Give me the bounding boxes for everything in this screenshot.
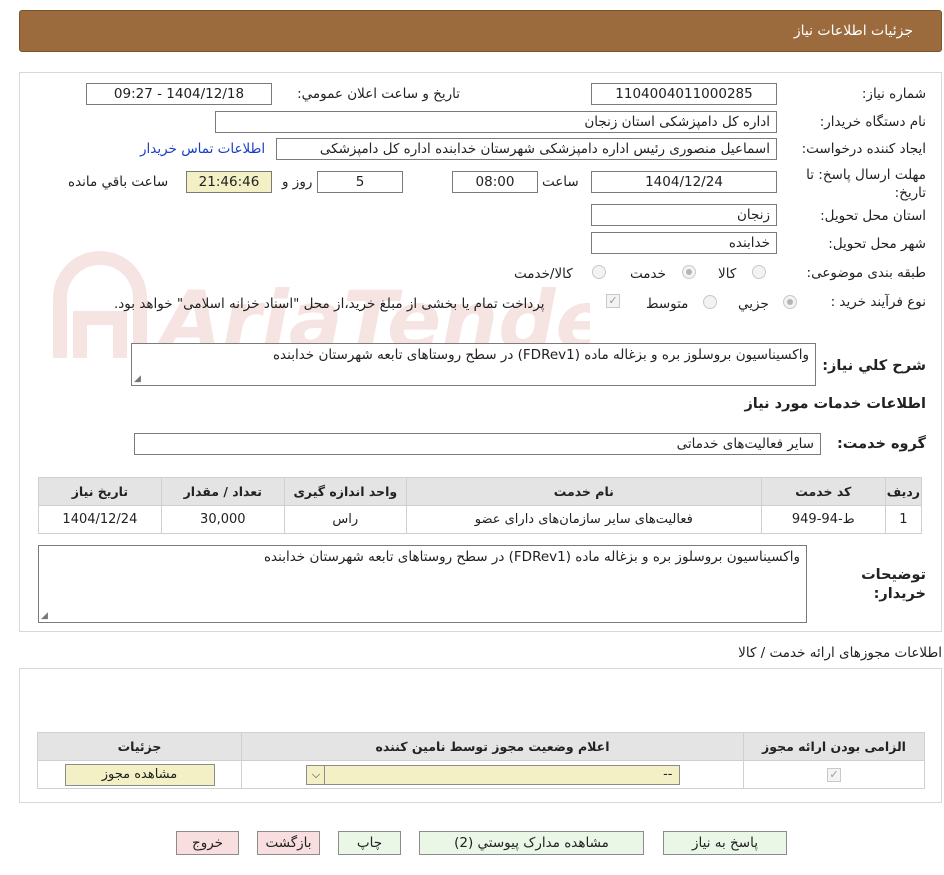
col-row-number: ردیف [884, 477, 923, 506]
cell-permit-status: -- ⌵ [241, 760, 744, 789]
permits-heading: اطلاعات مجوزهای ارائه خدمت / کالا [738, 645, 942, 661]
col-unit: واحد اندازه گیری [283, 477, 407, 506]
deadline-days-label: روز و [282, 174, 313, 190]
process-option-medium: متوسط [646, 296, 689, 312]
buyer-contact-link[interactable]: اطلاعات تماس خریدار [140, 141, 265, 157]
summary-text: واکسیناسیون بروسلوز بره و بزغاله ماده (F… [272, 347, 809, 363]
category-option-both: کالا/خدمت [514, 266, 573, 282]
summary-label: شرح کلي نیاز: [822, 358, 926, 374]
requester-field: اسماعیل منصوری رئیس اداره دامپزشکی شهرست… [276, 138, 777, 160]
payment-note: پرداخت تمام یا بخشی از مبلغ خرید،از محل … [114, 296, 545, 312]
cell-need-date: 1404/12/24 [38, 505, 162, 534]
permits-table-header: الزامی بودن ارائه مجوز اعلام وضعیت مجوز … [37, 732, 925, 761]
services-heading: اطلاعات خدمات مورد نیاز [744, 396, 926, 412]
deadline-days-field: 5 [317, 171, 403, 193]
resize-grip-icon[interactable]: ◢ [134, 374, 141, 384]
announce-date-label: تاریخ و ساعت اعلان عمومي: [297, 86, 460, 102]
page-title: جزئیات اطلاعات نیاز [793, 23, 913, 39]
buyer-notes-textarea[interactable]: واکسیناسیون بروسلوز بره و بزغاله ماده (F… [38, 545, 807, 623]
col-service-name: نام خدمت [405, 477, 762, 506]
service-group-field: سایر فعالیت‌های خدماتی [134, 433, 821, 455]
permit-required-checkbox[interactable]: ✓ [827, 768, 841, 782]
category-option-service: خدمت [630, 266, 666, 282]
table-row: ✓ -- ⌵ مشاهده مجوز [37, 760, 925, 789]
process-radio-minor[interactable] [783, 295, 797, 309]
category-radio-both[interactable] [592, 265, 606, 279]
buyer-notes-label: توضیحات خریدار: [861, 567, 926, 602]
page-title-bar: جزئیات اطلاعات نیاز [19, 10, 942, 52]
category-label: طبقه بندی موضوعی: [806, 265, 926, 281]
summary-textarea[interactable]: واکسیناسیون بروسلوز بره و بزغاله ماده (F… [131, 343, 816, 386]
city-field: خدابنده [591, 232, 777, 254]
process-label: نوع فرآیند خرید : [830, 294, 926, 310]
buyer-notes-text: واکسیناسیون بروسلوز بره و بزغاله ماده (F… [263, 549, 800, 565]
remaining-time-label: ساعت باقي مانده [68, 174, 169, 190]
buyer-org-label: نام دستگاه خریدار: [819, 114, 926, 130]
exit-button[interactable]: خروج [176, 831, 239, 855]
view-permit-button[interactable]: مشاهده مجوز [64, 763, 215, 786]
category-radio-service[interactable] [682, 265, 696, 279]
col-permit-status: اعلام وضعیت مجوز توسط نامین کننده [241, 732, 744, 761]
requester-label: ایجاد کننده درخواست: [801, 141, 926, 157]
buyer-org-field: اداره کل دامپزشکی استان زنجان [215, 111, 777, 133]
province-label: استان محل تحویل: [820, 208, 926, 224]
view-attachments-button[interactable]: مشاهده مدارک پیوستي (2) [419, 831, 644, 855]
services-table-header: ردیف کد خدمت نام خدمت واحد اندازه گیری ت… [38, 477, 923, 506]
col-service-code: کد خدمت [760, 477, 886, 506]
permit-status-value: -- [663, 766, 673, 782]
cell-service-code: ط-94-949 [760, 505, 886, 534]
deadline-time-label: ساعت [542, 174, 579, 190]
permits-table: الزامی بودن ارائه مجوز اعلام وضعیت مجوز … [37, 732, 925, 789]
city-label: شهر محل تحویل: [828, 236, 926, 252]
treasury-checkbox[interactable]: ✓ [606, 294, 620, 308]
print-button[interactable]: چاپ [338, 831, 401, 855]
cell-permit-required: ✓ [743, 760, 925, 789]
cell-permit-details: مشاهده مجوز [37, 760, 242, 789]
need-number-field: 1104004011000285 [591, 83, 777, 105]
province-field: زنجان [591, 204, 777, 226]
table-row: 1 ط-94-949 فعالیت‌های سایر سازمان‌های دا… [38, 505, 923, 534]
reply-button[interactable]: پاسخ به نیاز [663, 831, 787, 855]
deadline-label: مهلت ارسال پاسخ: تا تاریخ: [806, 167, 926, 201]
resize-grip-icon[interactable]: ◢ [41, 611, 48, 621]
permit-status-select[interactable]: -- ⌵ [305, 764, 680, 785]
need-number-label: شماره نیاز: [861, 86, 926, 102]
cell-service-name: فعالیت‌های سایر سازمان‌های دارای عضو [405, 505, 762, 534]
service-group-label: گروه خدمت: [836, 436, 926, 452]
category-radio-goods[interactable] [752, 265, 766, 279]
col-permit-details: جزئیات [37, 732, 242, 761]
remaining-time-field: 21:46:46 [186, 171, 272, 193]
cell-quantity: 30,000 [160, 505, 285, 534]
col-permit-required: الزامی بودن ارائه مجوز [743, 732, 925, 761]
col-quantity: تعداد / مقدار [160, 477, 285, 506]
back-button[interactable]: بازگشت [257, 831, 320, 855]
deadline-time-field: 08:00 [452, 171, 538, 193]
col-need-date: تاریخ نیاز [38, 477, 162, 506]
services-table: ردیف کد خدمت نام خدمت واحد اندازه گیری ت… [38, 477, 923, 534]
cell-row-number: 1 [884, 505, 923, 534]
chevron-down-icon[interactable]: ⌵ [309, 765, 325, 784]
cell-unit: راس [283, 505, 407, 534]
announce-date-field: 1404/12/18 - 09:27 [86, 83, 272, 105]
process-option-minor: جزيي [738, 296, 769, 312]
category-option-goods: کالا [718, 266, 737, 282]
deadline-date-field: 1404/12/24 [591, 171, 777, 193]
process-radio-medium[interactable] [703, 295, 717, 309]
